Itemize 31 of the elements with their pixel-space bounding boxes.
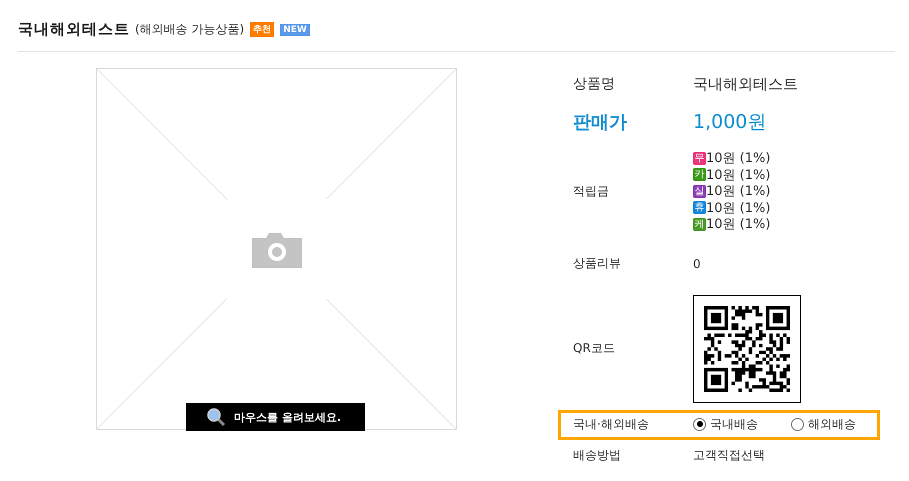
field-label: 적립금 [573, 182, 610, 200]
product-subtitle: (해외배송 가능상품) [135, 21, 244, 38]
point-amount: 10원 (1%) [706, 150, 770, 168]
field-label: 판매가 [573, 111, 628, 134]
point-amount: 10원 (1%) [706, 166, 770, 184]
radio-button[interactable] [693, 418, 706, 430]
field-label: 상품리뷰 [573, 255, 622, 272]
product-tag: NEW [280, 24, 310, 36]
point-amount: 10원 (1%) [706, 216, 770, 234]
product-tag: 추천 [250, 22, 274, 37]
point-type-icon: 무 [693, 152, 706, 165]
point-type-icon: 케 [693, 218, 706, 231]
hover-hint: 마우스를 올려보세요. [234, 410, 342, 424]
field-label: 상품명 [573, 75, 616, 93]
field-label: 배송방법 [573, 447, 622, 464]
point-type-icon: 카 [693, 168, 706, 182]
point-amount: 10원 (1%) [706, 200, 770, 217]
field-label: QR코드 [573, 340, 616, 357]
radio-label[interactable]: 국내배송 [710, 416, 758, 432]
price-value: 1,000원 [693, 111, 766, 133]
radio-button[interactable] [791, 418, 804, 430]
magnifier-icon [206, 407, 226, 427]
point-type-icon: 실 [693, 184, 706, 198]
point-amount: 10원 (1%) [706, 183, 770, 200]
radio-label[interactable]: 해외배송 [808, 416, 856, 432]
point-type-icon: 휴 [693, 201, 706, 214]
field-value: 고객직접선택 [693, 448, 765, 462]
field-label: 국내·해외배송 [573, 416, 650, 433]
product-title: 국내해외테스트 [18, 20, 130, 39]
field-value: 0 [693, 256, 701, 270]
field-value: 국내해외테스트 [693, 74, 798, 92]
